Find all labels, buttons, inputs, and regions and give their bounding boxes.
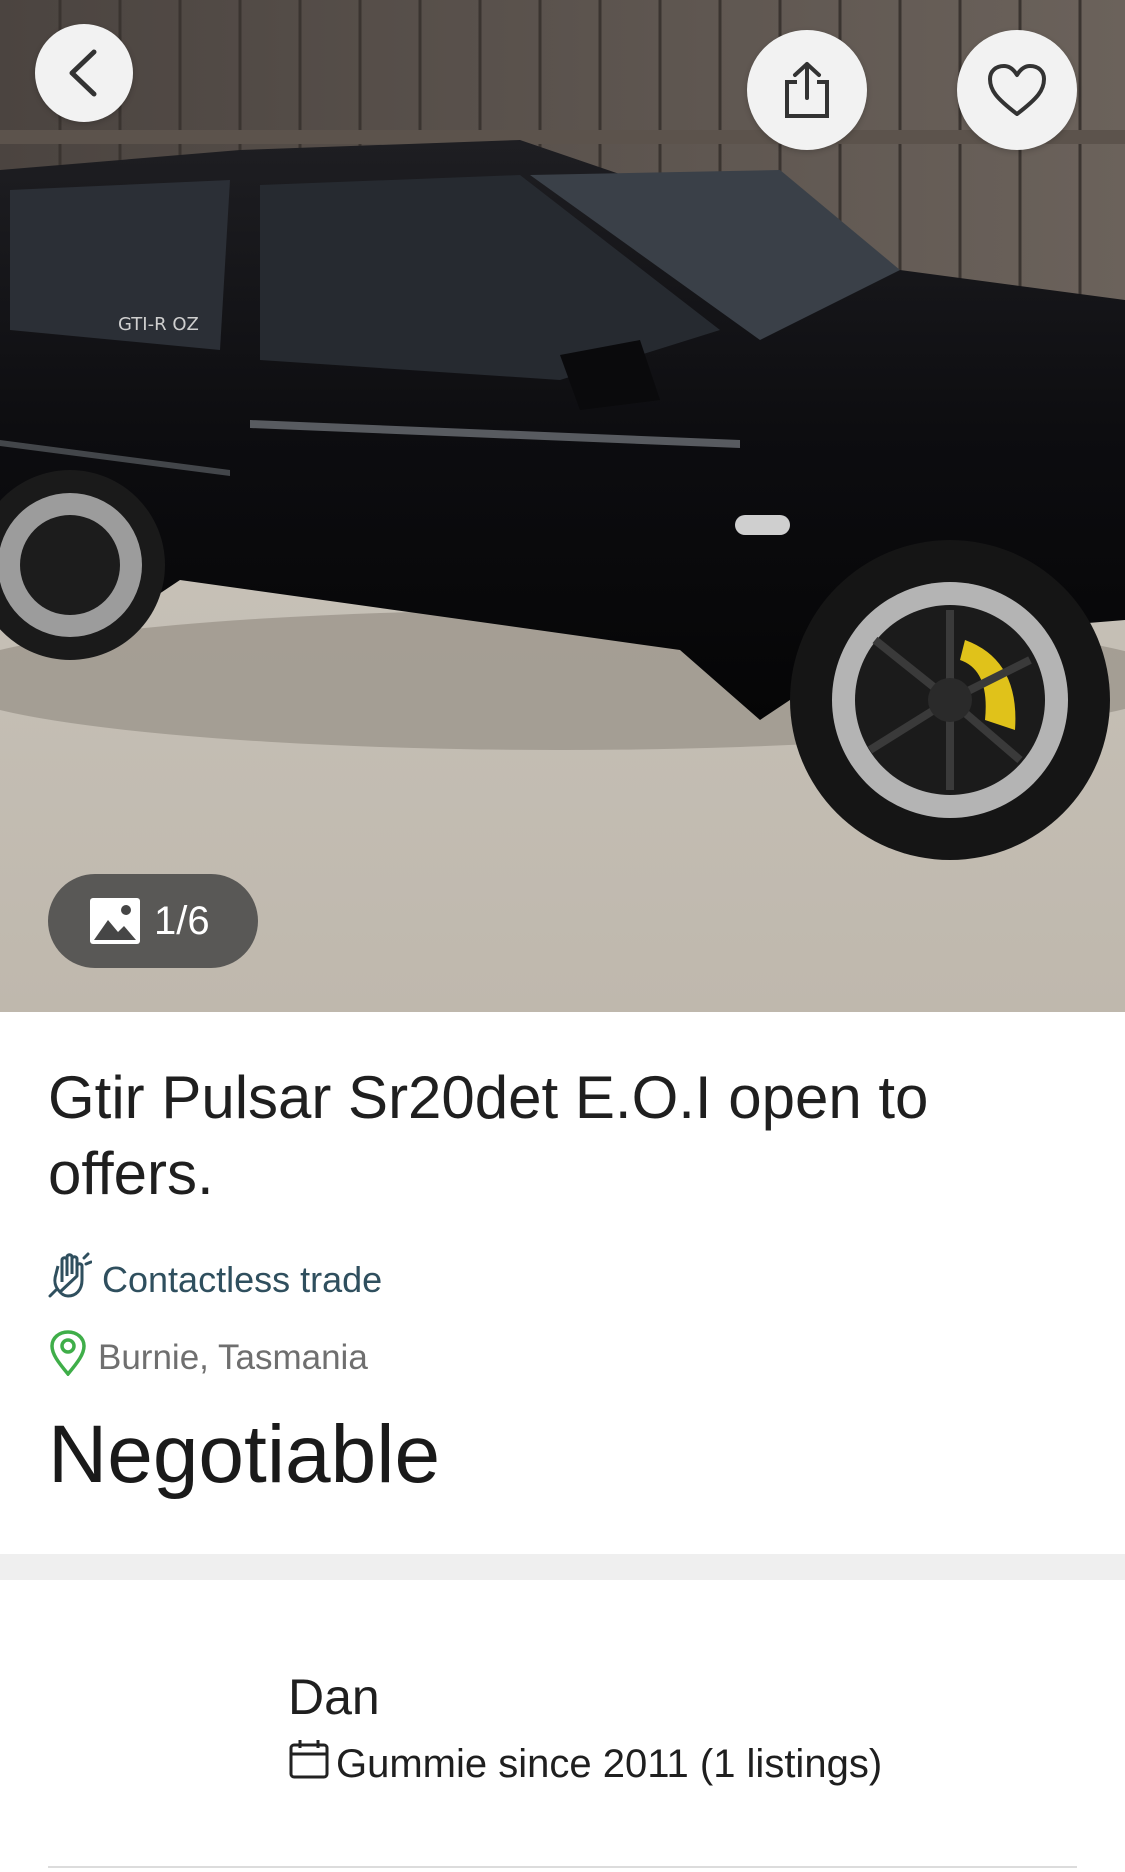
listing-title: Gtir Pulsar Sr20det E.O.I open to offers… bbox=[48, 1064, 929, 1207]
photo-counter[interactable]: 1/6 bbox=[48, 874, 258, 968]
share-icon bbox=[779, 60, 835, 120]
contactless-trade: Contactless trade bbox=[48, 1252, 382, 1307]
seller-name[interactable]: Dan bbox=[288, 1668, 380, 1726]
listing-price: Negotiable bbox=[48, 1409, 441, 1500]
contactless-label: Contactless trade bbox=[102, 1258, 383, 1300]
back-button[interactable] bbox=[35, 24, 133, 122]
image-icon bbox=[88, 896, 142, 946]
svg-text:GTI-R OZ: GTI-R OZ bbox=[118, 314, 199, 335]
hand-wave-icon bbox=[48, 1252, 93, 1307]
map-pin-icon bbox=[48, 1330, 88, 1385]
listing-photo[interactable]: GTI-R OZ 1/6 bbox=[0, 0, 1125, 1012]
share-button[interactable] bbox=[747, 30, 867, 150]
chevron-left-icon bbox=[64, 48, 104, 98]
seller-membership: Gummie since 2011 (1 listings) bbox=[288, 1738, 882, 1790]
heart-icon bbox=[986, 62, 1048, 118]
section-divider bbox=[0, 1554, 1125, 1580]
car-photo-illustration: GTI-R OZ bbox=[0, 0, 1125, 1012]
photo-counter-text: 1/6 bbox=[154, 898, 210, 943]
calendar-icon bbox=[288, 1738, 330, 1790]
divider-line bbox=[48, 1866, 1077, 1868]
favorite-button[interactable] bbox=[957, 30, 1077, 150]
location-text: Burnie, Tasmania bbox=[98, 1337, 368, 1377]
listing-location: Burnie, Tasmania bbox=[48, 1330, 368, 1385]
seller-membership-text: Gummie since 2011 (1 listings) bbox=[336, 1741, 883, 1786]
